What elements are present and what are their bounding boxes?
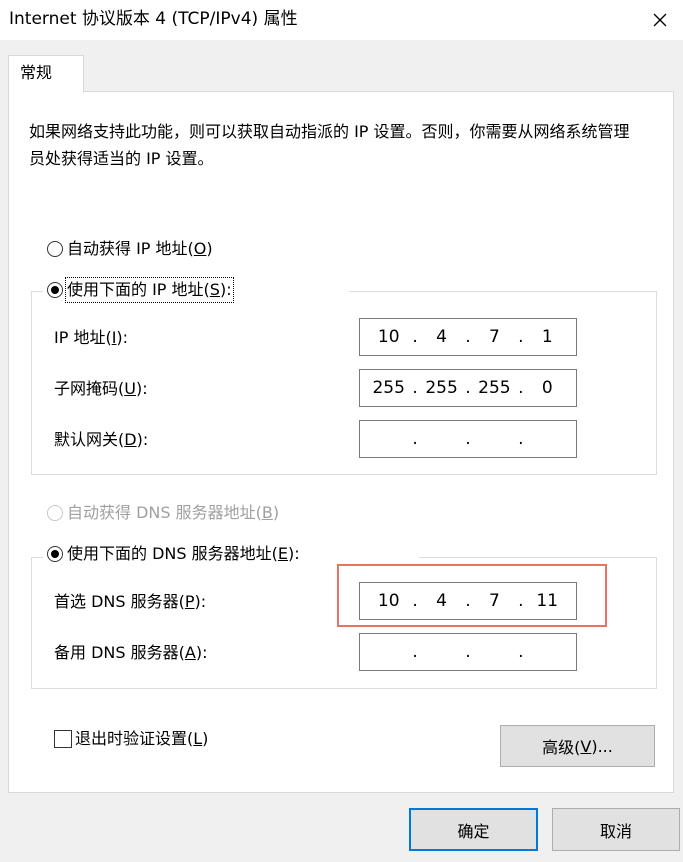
- validate-on-exit-checkbox[interactable]: [54, 730, 72, 748]
- gateway-field[interactable]: . . .: [359, 420, 577, 458]
- gateway-label: 默认网关(D):: [54, 430, 149, 449]
- close-icon: [653, 13, 667, 27]
- ip-dot: .: [412, 642, 418, 662]
- preferred-dns-octet-4: 11: [536, 591, 559, 611]
- ip-dot: .: [465, 642, 471, 662]
- ip-manual-option[interactable]: 使用下面的 IP 地址(S):: [47, 277, 234, 303]
- tab-general-label: 常规: [20, 63, 53, 82]
- subnet-mask-octet-4: 0: [541, 378, 553, 398]
- dns-auto-radio[interactable]: [47, 505, 63, 521]
- ip-dot: .: [465, 327, 471, 347]
- alternate-dns-field[interactable]: . . .: [359, 633, 577, 671]
- ip-address-octet-1: 10: [377, 327, 400, 347]
- subnet-mask-label: 子网掩码(U):: [54, 379, 148, 398]
- advanced-button[interactable]: 高级(V)...: [500, 725, 655, 767]
- ip-dot: .: [518, 591, 524, 611]
- alternate-dns-label: 备用 DNS 服务器(A):: [54, 643, 208, 662]
- ip-dot: .: [412, 429, 418, 449]
- ip-auto-radio[interactable]: [47, 241, 63, 257]
- ip-address-octet-3: 7: [488, 327, 500, 347]
- ip-manual-label: 使用下面的 IP 地址(S):: [65, 277, 234, 303]
- dns-auto-label: 自动获得 DNS 服务器地址(B): [67, 503, 280, 522]
- ip-dot: .: [518, 327, 524, 347]
- ip-dot: .: [465, 429, 471, 449]
- preferred-dns-octet-3: 7: [488, 591, 500, 611]
- description-text: 如果网络支持此功能，则可以获取自动指派的 IP 设置。否则，你需要从网络系统管理…: [29, 122, 630, 168]
- ip-dot: .: [412, 378, 418, 398]
- validate-on-exit-option[interactable]: 退出时验证设置(L): [54, 728, 208, 750]
- ip-dot: .: [465, 591, 471, 611]
- validate-on-exit-label: 退出时验证设置(L): [75, 729, 209, 748]
- window-title: Internet 协议版本 4 (TCP/IPv4) 属性: [9, 9, 298, 29]
- preferred-dns-octet-2: 4: [436, 591, 447, 611]
- dns-auto-option[interactable]: 自动获得 DNS 服务器地址(B): [47, 502, 279, 524]
- general-panel: 如果网络支持此功能，则可以获取自动指派的 IP 设置。否则，你需要从网络系统管理…: [8, 91, 674, 793]
- subnet-mask-octet-3: 255: [478, 378, 511, 398]
- ip-dot: .: [518, 642, 524, 662]
- ip-dot: .: [412, 327, 418, 347]
- preferred-dns-label: 首选 DNS 服务器(P):: [54, 592, 207, 611]
- ip-dot: .: [518, 378, 524, 398]
- preferred-dns-octet-1: 10: [377, 591, 400, 611]
- subnet-mask-field[interactable]: 255. 255. 255. 0: [359, 369, 577, 407]
- ip-dot: .: [465, 378, 471, 398]
- ok-button[interactable]: 确定: [409, 808, 538, 851]
- ip-auto-option[interactable]: 自动获得 IP 地址(O): [47, 238, 213, 260]
- dns-manual-label: 使用下面的 DNS 服务器地址(E):: [67, 544, 300, 563]
- dns-manual-option[interactable]: 使用下面的 DNS 服务器地址(E):: [47, 543, 300, 565]
- dns-manual-radio[interactable]: [47, 546, 63, 562]
- ip-manual-radio[interactable]: [47, 282, 63, 298]
- ip-dot: .: [412, 591, 418, 611]
- ip-auto-label: 自动获得 IP 地址(O): [67, 239, 213, 258]
- ip-address-label: IP 地址(I):: [54, 328, 129, 347]
- preferred-dns-field[interactable]: 10. 4. 7. 11: [359, 582, 577, 620]
- subnet-mask-octet-1: 255: [372, 378, 405, 398]
- tab-general[interactable]: 常规: [8, 55, 84, 93]
- close-button[interactable]: [637, 0, 683, 40]
- title-bar: Internet 协议版本 4 (TCP/IPv4) 属性: [0, 0, 683, 40]
- cancel-button[interactable]: 取消: [552, 808, 680, 851]
- ip-address-field[interactable]: 10. 4. 7. 1: [359, 318, 577, 356]
- subnet-mask-octet-2: 255: [425, 378, 458, 398]
- ip-dot: .: [518, 429, 524, 449]
- ip-address-octet-4: 1: [541, 327, 553, 347]
- ip-address-octet-2: 4: [436, 327, 447, 347]
